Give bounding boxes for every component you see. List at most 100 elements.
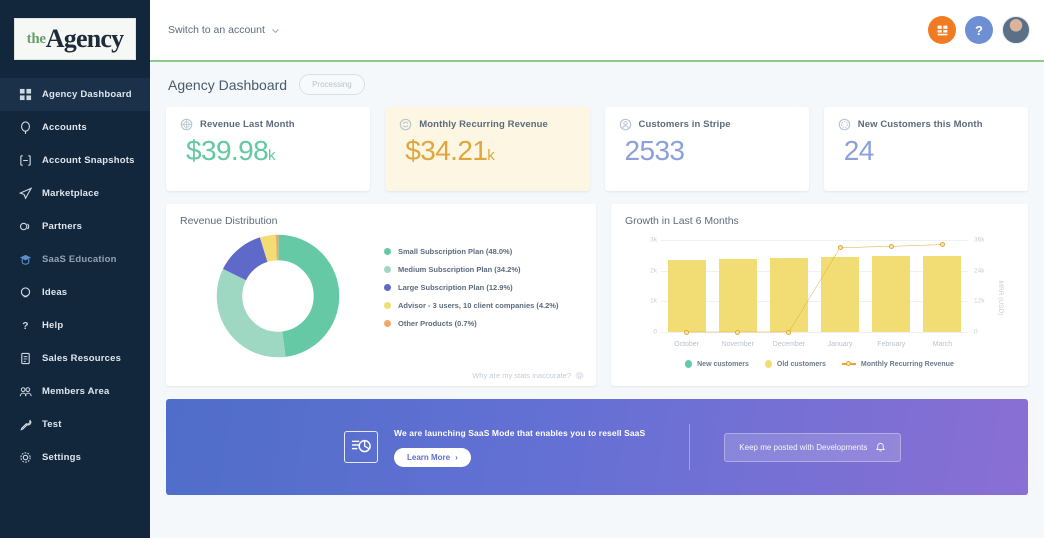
gear-icon [19, 451, 32, 464]
chevron-down-icon [271, 26, 280, 35]
y-axis-tick-right: 36k [974, 237, 1000, 244]
logo-agency-text: Agency [46, 26, 124, 52]
sidebar-item-label: Test [42, 419, 62, 430]
new-customer-icon [838, 118, 851, 131]
sidebar-item-members-area[interactable]: Members Area [0, 375, 150, 408]
balloon-icon [19, 121, 32, 134]
kpi-label: Monthly Recurring Revenue [419, 119, 548, 130]
sidebar-nav: Agency DashboardAccountsAccount Snapshot… [0, 78, 150, 474]
legend-color-dot [384, 302, 391, 309]
people-icon [19, 385, 32, 398]
gear-icon [18, 451, 32, 465]
document-icon [19, 352, 32, 365]
charts-row: Revenue Distribution Small Subscription … [166, 204, 1028, 386]
mrr-data-point [838, 245, 843, 250]
kpi-card: Customers in Stripe2533 [605, 107, 809, 191]
refresh-coin-icon [399, 118, 412, 131]
legend-label: Other Products (0.7%) [398, 319, 477, 328]
sidebar-item-accounts[interactable]: Accounts [0, 111, 150, 144]
banner-text: We are launching SaaS Mode that enables … [394, 428, 645, 438]
kpi-header: Revenue Last Month [180, 118, 356, 131]
chart-legend-label: Old customers [777, 361, 826, 368]
sidebar-item-marketplace[interactable]: Marketplace [0, 177, 150, 210]
gear-icon [575, 371, 584, 380]
sidebar: the Agency Agency DashboardAccountsAccou… [0, 0, 150, 538]
sidebar-item-ideas[interactable]: Ideas [0, 276, 150, 309]
brand-logo[interactable]: the Agency [14, 18, 136, 60]
chart-legend-item: New customers [685, 360, 749, 368]
apps-grid-button[interactable] [928, 16, 956, 44]
switch-account-dropdown[interactable]: Switch to an account [168, 24, 280, 36]
new-customer-icon [838, 118, 851, 131]
help-button[interactable]: ? [965, 16, 993, 44]
growth-chart-panel: Growth in Last 6 Months 3k36k2k24k1k12k0… [611, 204, 1028, 386]
chart-legend-item: Monthly Recurring Revenue [842, 361, 954, 368]
question-mark-icon: ? [19, 319, 32, 332]
bell-icon [875, 442, 886, 453]
legend-color-dot [384, 248, 391, 255]
why-stats-inaccurate-link[interactable]: Why are my stats inaccurate? [472, 371, 584, 380]
mrr-data-point [684, 330, 689, 335]
sidebar-item-test[interactable]: Test [0, 408, 150, 441]
wrench-icon [18, 418, 32, 432]
handshake-icon [18, 220, 32, 234]
kpi-label: New Customers this Month [858, 119, 983, 130]
coin-icon [180, 118, 193, 131]
learn-more-button[interactable]: Learn More › [394, 448, 471, 467]
subscribe-placeholder: Keep me posted with Developments [739, 443, 867, 452]
legend-item: Other Products (0.7%) [384, 314, 558, 332]
sidebar-item-partners[interactable]: Partners [0, 210, 150, 243]
kpi-value: 2533 [619, 135, 795, 167]
subscribe-input[interactable]: Keep me posted with Developments [724, 433, 901, 462]
sidebar-item-settings[interactable]: Settings [0, 441, 150, 474]
legend-item: Medium Subscription Plan (34.2%) [384, 260, 558, 278]
x-axis-tick: January [828, 341, 853, 348]
kpi-number: $39.98 [186, 135, 268, 166]
sidebar-item-label: Help [42, 320, 63, 331]
graduation-cap-icon [18, 253, 32, 267]
sidebar-item-agency-dashboard[interactable]: Agency Dashboard [0, 78, 150, 111]
kpi-number: 24 [844, 135, 874, 166]
kpi-value: 24 [838, 135, 1014, 167]
legend-item: Small Subscription Plan (48.0%) [384, 242, 558, 260]
x-axis-tick: December [773, 341, 805, 348]
legend-label: Large Subscription Plan (12.9%) [398, 283, 513, 292]
legend-item: Advisor - 3 users, 10 client companies (… [384, 296, 558, 314]
sidebar-item-account-snapshots[interactable]: Account Snapshots [0, 144, 150, 177]
x-axis-tick: February [877, 341, 905, 348]
growth-bar-chart: 3k36k2k24k1k12k00OctoberNovemberDecember… [625, 234, 1014, 362]
mrr-line-series [661, 240, 968, 332]
coin-icon [180, 118, 193, 131]
legend-color-dot [384, 266, 391, 273]
mrr-data-point [735, 330, 740, 335]
growth-chart-title: Growth in Last 6 Months [625, 215, 1014, 227]
kpi-card: New Customers this Month 24 [824, 107, 1028, 191]
sidebar-item-help[interactable]: ? Help [0, 309, 150, 342]
status-badge: Processing [299, 74, 365, 95]
graduation-cap-icon [19, 253, 32, 266]
mrr-data-point [940, 242, 945, 247]
y-axis-tick-right: 24k [974, 267, 1000, 274]
kpi-label: Revenue Last Month [200, 119, 295, 130]
revenue-distribution-title: Revenue Distribution [180, 215, 582, 227]
chart-legend-item: Old customers [765, 360, 826, 368]
avatar[interactable] [1002, 16, 1030, 44]
dashboard-app: the Agency Agency DashboardAccountsAccou… [0, 0, 1044, 538]
donut-slice [229, 247, 326, 344]
handshake-icon [19, 220, 32, 233]
balloon-icon [18, 121, 32, 135]
kpi-value: $34.21k [399, 135, 575, 167]
sidebar-item-sales-resources[interactable]: Sales Resources [0, 342, 150, 375]
grid-icon [18, 88, 32, 102]
legend-label: Small Subscription Plan (48.0%) [398, 247, 512, 256]
growth-chart-legend: New customers Old customers Monthly Recurr… [625, 360, 1014, 368]
growth-right-axis-title: MRR (USD) [997, 281, 1004, 316]
question-mark-icon: ? [18, 319, 32, 333]
growth-plot-area: 3k36k2k24k1k12k00OctoberNovemberDecember… [661, 240, 968, 332]
top-bar-actions: ? [928, 16, 1030, 44]
kpi-header: New Customers this Month [838, 118, 1014, 131]
sidebar-item-saas-education[interactable]: SaaS Education [0, 243, 150, 276]
revenue-distribution-panel: Revenue Distribution Small Subscription … [166, 204, 596, 386]
revenue-donut-legend: Small Subscription Plan (48.0%) Medium Su… [384, 242, 558, 332]
grid-apps-icon [936, 24, 949, 37]
